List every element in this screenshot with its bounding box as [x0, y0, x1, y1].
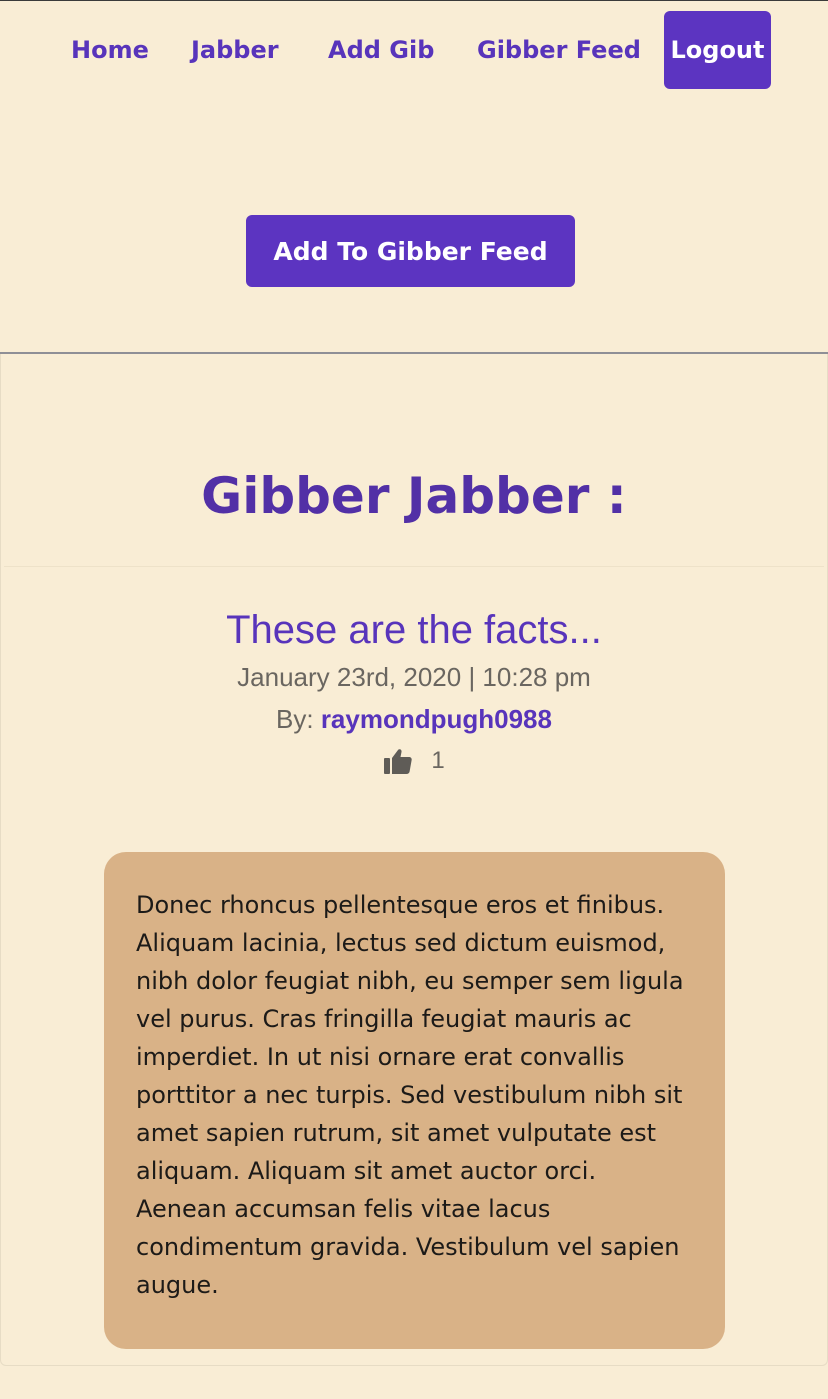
post-card-divider — [4, 566, 824, 567]
post-author-line: By: raymondpugh0988 — [0, 701, 828, 737]
post-author-label: By: — [276, 704, 314, 734]
nav-link-home[interactable]: Home — [71, 31, 149, 69]
top-navigation: Home Jabber Add Gib Gibber Feed Logout — [0, 11, 828, 89]
page-title: Gibber Jabber : — [201, 467, 627, 525]
nav-link-gibber-feed[interactable]: Gibber Feed — [477, 31, 641, 69]
post-likes: 1 — [0, 743, 828, 779]
post-body: Donec rhoncus pellentesque eros et finib… — [104, 852, 725, 1349]
post-timestamp: January 23rd, 2020 | 10:28 pm — [237, 662, 591, 692]
post-author-link[interactable]: raymondpugh0988 — [321, 704, 552, 734]
like-count: 1 — [431, 747, 445, 774]
add-to-gibber-feed-button[interactable]: Add To Gibber Feed — [246, 215, 575, 287]
thumbs-up-icon[interactable] — [383, 746, 413, 776]
post-title: These are the facts... — [226, 608, 602, 652]
logout-button[interactable]: Logout — [664, 11, 771, 89]
nav-link-add-gib[interactable]: Add Gib — [328, 31, 434, 69]
nav-link-jabber[interactable]: Jabber — [191, 31, 279, 69]
